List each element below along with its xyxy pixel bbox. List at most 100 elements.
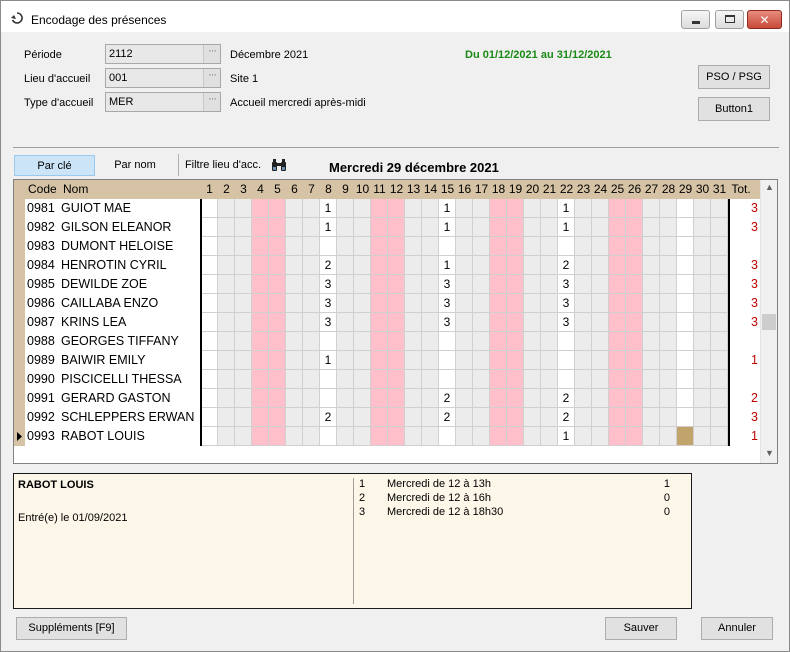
day-cell-24[interactable]	[592, 218, 609, 237]
day-cell-6[interactable]	[286, 199, 303, 218]
day-cell-13[interactable]	[405, 237, 422, 256]
day-cell-5[interactable]	[269, 389, 286, 408]
day-cell-17[interactable]	[473, 351, 490, 370]
day-cell-21[interactable]	[541, 427, 558, 446]
day-cell-26[interactable]	[626, 351, 643, 370]
day-cell-11[interactable]	[371, 351, 388, 370]
col-nom-header[interactable]: Nom	[63, 180, 123, 199]
day-cell-20[interactable]	[524, 332, 541, 351]
day-cell-6[interactable]	[286, 275, 303, 294]
day-header-13[interactable]: 13	[405, 180, 422, 199]
day-cell-5[interactable]	[269, 427, 286, 446]
day-cell-12[interactable]	[388, 256, 405, 275]
day-cell-29[interactable]	[677, 199, 694, 218]
day-cell-28[interactable]	[660, 332, 677, 351]
day-cell-26[interactable]	[626, 389, 643, 408]
day-cell-20[interactable]	[524, 313, 541, 332]
day-cell-20[interactable]	[524, 389, 541, 408]
day-cell-19[interactable]	[507, 294, 524, 313]
day-cell-4[interactable]	[252, 256, 269, 275]
col-tot-header[interactable]: Tot.	[726, 180, 756, 199]
day-cell-15[interactable]: 1	[439, 199, 456, 218]
day-cell-19[interactable]	[507, 237, 524, 256]
day-header-11[interactable]: 11	[371, 180, 388, 199]
day-cell-23[interactable]	[575, 427, 592, 446]
day-cell-9[interactable]	[337, 256, 354, 275]
day-header-26[interactable]: 26	[626, 180, 643, 199]
day-cell-15[interactable]: 3	[439, 275, 456, 294]
day-cell-13[interactable]	[405, 427, 422, 446]
day-cell-25[interactable]	[609, 313, 626, 332]
day-cell-15[interactable]	[439, 237, 456, 256]
day-cell-30[interactable]	[694, 313, 711, 332]
row-indicator[interactable]	[14, 408, 25, 427]
day-cell-21[interactable]	[541, 313, 558, 332]
day-cell-19[interactable]	[507, 313, 524, 332]
table-row[interactable]: 0991 GERARD GASTON 2 2 2	[14, 389, 761, 408]
close-button[interactable]: ✕	[747, 10, 782, 29]
day-cell-15[interactable]	[439, 332, 456, 351]
day-cell-28[interactable]	[660, 199, 677, 218]
day-cell-13[interactable]	[405, 256, 422, 275]
day-cell-15[interactable]	[439, 427, 456, 446]
day-cell-23[interactable]	[575, 218, 592, 237]
day-cell-29[interactable]	[677, 332, 694, 351]
day-cell-19[interactable]	[507, 370, 524, 389]
day-cell-25[interactable]	[609, 427, 626, 446]
day-cell-28[interactable]	[660, 427, 677, 446]
day-cell-4[interactable]	[252, 275, 269, 294]
day-cell-18[interactable]	[490, 332, 507, 351]
day-cell-4[interactable]	[252, 199, 269, 218]
option-label[interactable]: Mercredi de 12 à 18h30	[387, 506, 503, 518]
day-cell-16[interactable]	[456, 294, 473, 313]
day-cell-30[interactable]	[694, 389, 711, 408]
day-header-24[interactable]: 24	[592, 180, 609, 199]
day-cell-27[interactable]	[643, 237, 660, 256]
day-cell-10[interactable]	[354, 199, 371, 218]
row-indicator[interactable]	[14, 294, 25, 313]
day-cell-26[interactable]	[626, 427, 643, 446]
day-cell-21[interactable]	[541, 332, 558, 351]
day-cell-17[interactable]	[473, 427, 490, 446]
day-cell-17[interactable]	[473, 313, 490, 332]
day-cell-2[interactable]	[218, 237, 235, 256]
day-cell-9[interactable]	[337, 218, 354, 237]
day-cell-1[interactable]	[201, 313, 218, 332]
day-cell-18[interactable]	[490, 256, 507, 275]
day-header-30[interactable]: 30	[694, 180, 711, 199]
day-cell-18[interactable]	[490, 408, 507, 427]
col-code-header[interactable]: Code	[28, 180, 62, 199]
day-header-1[interactable]: 1	[201, 180, 218, 199]
day-cell-8[interactable]: 2	[320, 408, 337, 427]
day-header-8[interactable]: 8	[320, 180, 337, 199]
day-header-9[interactable]: 9	[337, 180, 354, 199]
day-header-10[interactable]: 10	[354, 180, 371, 199]
day-header-2[interactable]: 2	[218, 180, 235, 199]
day-cell-14[interactable]	[422, 218, 439, 237]
day-cell-24[interactable]	[592, 199, 609, 218]
day-cell-2[interactable]	[218, 294, 235, 313]
day-cell-9[interactable]	[337, 199, 354, 218]
day-cell-10[interactable]	[354, 237, 371, 256]
day-cell-29[interactable]	[677, 294, 694, 313]
day-cell-12[interactable]	[388, 275, 405, 294]
grid-scrollbar[interactable]: ▲ ▼	[760, 180, 777, 463]
day-cell-9[interactable]	[337, 351, 354, 370]
day-cell-14[interactable]	[422, 199, 439, 218]
day-cell-14[interactable]	[422, 408, 439, 427]
scroll-up-icon[interactable]: ▲	[761, 182, 777, 192]
day-cell-31[interactable]	[711, 370, 728, 389]
day-cell-30[interactable]	[694, 370, 711, 389]
day-cell-24[interactable]	[592, 389, 609, 408]
day-header-27[interactable]: 27	[643, 180, 660, 199]
day-cell-17[interactable]	[473, 218, 490, 237]
day-cell-9[interactable]	[337, 313, 354, 332]
day-header-23[interactable]: 23	[575, 180, 592, 199]
annuler-button[interactable]: Annuler	[701, 617, 773, 640]
day-cell-24[interactable]	[592, 294, 609, 313]
day-cell-20[interactable]	[524, 237, 541, 256]
day-cell-9[interactable]	[337, 275, 354, 294]
day-cell-21[interactable]	[541, 408, 558, 427]
day-cell-2[interactable]	[218, 199, 235, 218]
day-cell-28[interactable]	[660, 256, 677, 275]
